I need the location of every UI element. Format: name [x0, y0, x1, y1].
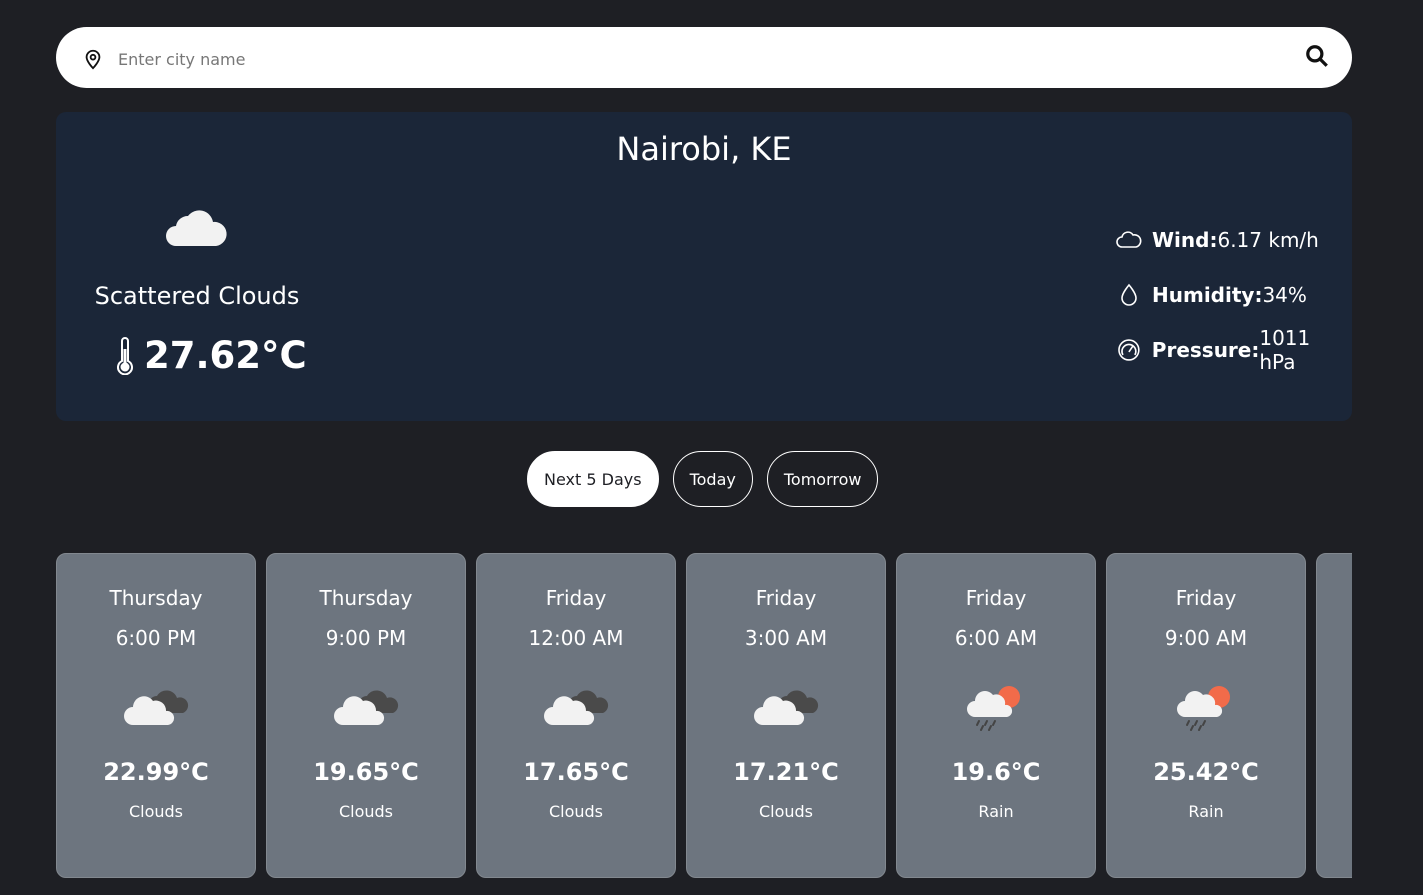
wind-cloud-icon [1116, 230, 1142, 248]
forecast-tabs: Next 5 Days Today Tomorrow [527, 451, 879, 507]
tab-tomorrow[interactable]: Tomorrow [766, 451, 879, 507]
forecast-temperature: 25.42°C [1153, 758, 1259, 786]
tab-next-5-days[interactable]: Next 5 Days [527, 451, 659, 507]
pressure-stat: Pressure: 1011 hPa [1116, 322, 1352, 377]
humidity-stat: Humidity: 34% [1116, 267, 1352, 322]
forecast-cards[interactable]: Thursday 6:00 PM 22.99°C Clouds Thursday 9:00… [56, 553, 1352, 878]
forecast-temperature: 22.99°C [103, 758, 209, 786]
broken-clouds-icon [753, 679, 821, 731]
forecast-day: Friday [965, 586, 1027, 610]
pressure-value: 1011 hPa [1259, 325, 1311, 374]
search-bar[interactable] [56, 27, 1352, 88]
gauge-icon [1118, 338, 1140, 361]
forecast-time: 6:00 PM [115, 626, 197, 650]
weather-stats: Wind: 6.17 km/h Humidity: 34% Pressure: … [1116, 212, 1352, 377]
forecast-card[interactable]: Friday 9:00 AM 25.42°C Rain [1106, 553, 1306, 878]
city-search-input[interactable] [116, 43, 1280, 75]
current-weather-panel: Nairobi, KE Scattered Clouds 27.62°C Win… [56, 112, 1352, 421]
forecast-time: 9:00 AM [1164, 626, 1248, 650]
forecast-temperature: 17.65°C [523, 758, 629, 786]
forecast-description: Clouds [758, 802, 814, 821]
droplet-icon [1121, 283, 1137, 306]
forecast-description: Clouds [548, 802, 604, 821]
forecast-card[interactable]: Thursday 6:00 PM 22.99°C Clouds [56, 553, 256, 878]
weather-description: Scattered Clouds [94, 282, 300, 310]
cloud-icon [166, 210, 227, 246]
forecast-day: Friday [755, 586, 817, 610]
forecast-temperature: 17.21°C [733, 758, 839, 786]
forecast-card[interactable]: Friday 6:00 AM 19.6°C Rain [896, 553, 1096, 878]
humidity-label: Humidity: [1152, 282, 1263, 307]
forecast-temperature: 19.65°C [313, 758, 419, 786]
forecast-temperature: 19.6°C [951, 758, 1041, 786]
forecast-time: 3:00 AM [744, 626, 828, 650]
forecast-card[interactable]: Thursday 9:00 PM 19.65°C Clouds [266, 553, 466, 878]
tab-today[interactable]: Today [672, 451, 753, 507]
broken-clouds-icon [333, 679, 401, 731]
broken-clouds-icon [543, 679, 611, 731]
wind-stat: Wind: 6.17 km/h [1116, 212, 1352, 267]
wind-value: 6.17 km/h [1217, 227, 1319, 252]
temperature-value: 27.62°C [144, 334, 307, 377]
forecast-day: Friday [545, 586, 607, 610]
forecast-day: Thursday [319, 586, 413, 610]
current-temperature: 27.62°C [114, 334, 307, 377]
forecast-time: 12:00 AM [528, 626, 624, 650]
forecast-card[interactable]: Friday 12:00 AM 17.65°C Clouds [476, 553, 676, 878]
wind-label: Wind: [1152, 227, 1218, 252]
forecast-description: Clouds [338, 802, 394, 821]
location-pin-icon [85, 49, 101, 70]
thermometer-icon [117, 336, 133, 375]
forecast-card[interactable] [1316, 553, 1352, 878]
forecast-description: Rain [1188, 802, 1224, 821]
sun-rain-icon [963, 679, 1031, 731]
pressure-label: Pressure: [1151, 337, 1260, 362]
forecast-description: Clouds [128, 802, 184, 821]
sun-rain-icon [1173, 679, 1241, 731]
city-name: Nairobi, KE [616, 130, 792, 168]
forecast-day: Thursday [109, 586, 203, 610]
forecast-card[interactable]: Friday 3:00 AM 17.21°C Clouds [686, 553, 886, 878]
search-icon[interactable] [1304, 43, 1330, 69]
forecast-description: Rain [978, 802, 1014, 821]
forecast-time: 6:00 AM [954, 626, 1038, 650]
forecast-time: 9:00 PM [325, 626, 407, 650]
broken-clouds-icon [123, 679, 191, 731]
forecast-day: Friday [1175, 586, 1237, 610]
humidity-value: 34% [1262, 282, 1307, 307]
